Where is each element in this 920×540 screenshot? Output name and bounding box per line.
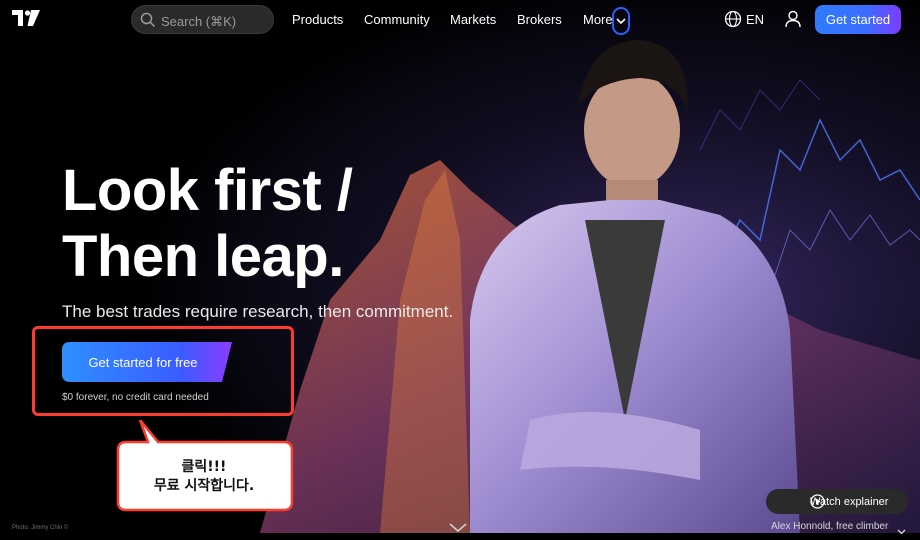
more-dropdown-toggle[interactable] <box>612 7 630 35</box>
tradingview-logo-icon[interactable] <box>12 10 40 31</box>
headline-line-1: Look first / <box>62 158 353 223</box>
user-icon[interactable] <box>783 9 803 34</box>
highlight-box <box>32 326 294 416</box>
chevron-down-icon <box>616 17 626 24</box>
search-icon <box>140 12 156 33</box>
hero-headline: Look first / Then leap. <box>62 158 353 290</box>
chevron-down-icon[interactable] <box>897 522 906 540</box>
nav-item-brokers[interactable]: Brokers <box>517 12 562 27</box>
nav-item-more[interactable]: More <box>583 12 613 27</box>
top-navigation: Products Community Markets Brokers More … <box>0 0 920 40</box>
nav-item-markets[interactable]: Markets <box>450 12 496 27</box>
play-icon <box>810 494 825 512</box>
photo-credit: Photo: Jimmy Chin © <box>12 525 69 531</box>
nav-item-community[interactable]: Community <box>364 12 430 27</box>
headline-line-2: Then leap. <box>62 224 344 289</box>
callout-text: 클릭!!! 무료 시작합니다. <box>118 458 290 496</box>
globe-icon[interactable] <box>724 10 742 33</box>
search-box[interactable] <box>131 5 274 34</box>
hero-subheading: The best trades require research, then c… <box>62 302 454 321</box>
callout-line-1: 클릭!!! <box>181 459 227 475</box>
nav-item-products[interactable]: Products <box>292 12 343 27</box>
get-started-button[interactable]: Get started <box>815 5 901 34</box>
callout-line-2: 무료 시작합니다. <box>153 478 255 494</box>
watch-explainer-button[interactable]: Watch explainer <box>766 489 908 514</box>
scroll-down-icon[interactable] <box>449 520 467 538</box>
language-selector[interactable]: EN <box>746 12 764 27</box>
photo-caption[interactable]: Alex Honnold, free climber <box>771 521 888 532</box>
search-input[interactable] <box>159 10 271 32</box>
